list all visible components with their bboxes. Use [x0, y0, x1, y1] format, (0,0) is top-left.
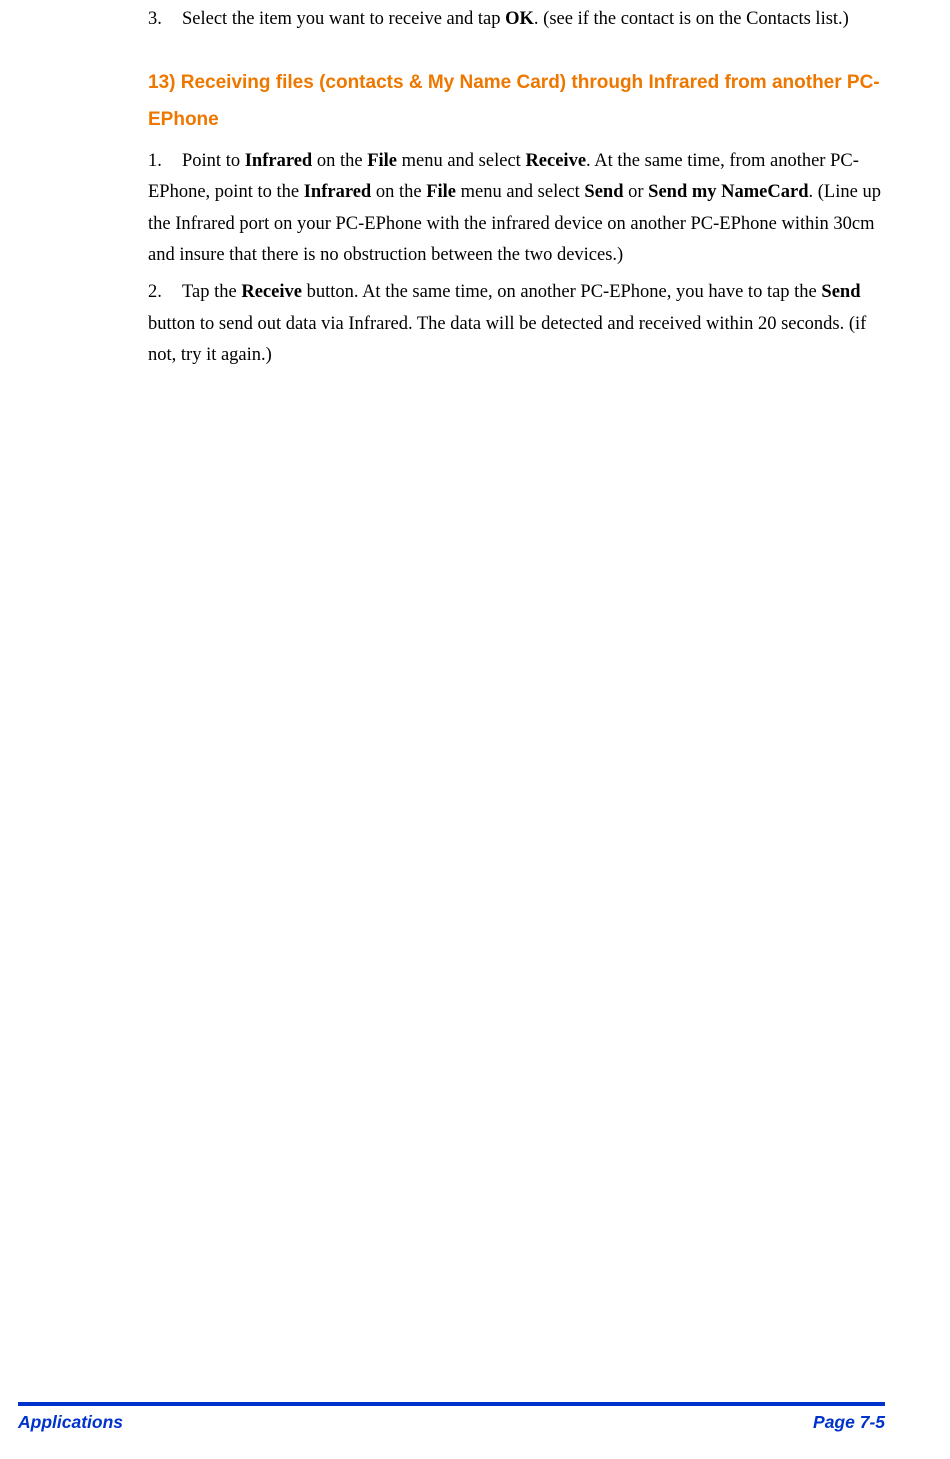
step-text: on the — [312, 151, 367, 171]
step-number: 2. — [148, 277, 182, 308]
step-text: or — [624, 182, 649, 202]
step-text: button to send out data via Infrared. Th… — [148, 314, 866, 365]
ok-bold: OK — [505, 9, 534, 29]
step-text: menu and select — [456, 182, 584, 202]
step-number: 1. — [148, 146, 182, 177]
step-text: menu and select — [397, 151, 525, 171]
footer-text: Applications Page 7-5 — [18, 1412, 885, 1433]
step-text: on the — [371, 182, 426, 202]
bold-infrared: Infrared — [304, 182, 372, 202]
section-heading: 13) Receiving files (contacts & My Name … — [148, 65, 885, 137]
bold-send: Send — [821, 282, 860, 302]
footer-left: Applications — [18, 1412, 123, 1433]
step-number: 3. — [148, 4, 182, 35]
page-footer: Applications Page 7-5 — [0, 1402, 950, 1433]
bold-receive: Receive — [525, 151, 586, 171]
bold-file: File — [426, 182, 456, 202]
bold-file: File — [367, 151, 397, 171]
step-3: 3.Select the item you want to receive an… — [148, 4, 885, 35]
step-text: Point to — [182, 151, 245, 171]
footer-line — [18, 1402, 885, 1406]
step-1: 1.Point to Infrared on the File menu and… — [148, 146, 885, 272]
bold-send: Send — [584, 182, 623, 202]
bold-infrared: Infrared — [245, 151, 313, 171]
footer-right: Page 7-5 — [813, 1412, 885, 1433]
step-text: Tap the — [182, 282, 241, 302]
bold-send-namecard: Send my NameCard — [648, 182, 808, 202]
step-text: . (see if the contact is on the Contacts… — [534, 9, 849, 29]
step-text: Select the item you want to receive and … — [182, 9, 505, 29]
bold-receive: Receive — [241, 282, 302, 302]
step-2: 2.Tap the Receive button. At the same ti… — [148, 277, 885, 371]
page-content: 3.Select the item you want to receive an… — [0, 0, 950, 372]
step-text: button. At the same time, on another PC-… — [302, 282, 821, 302]
